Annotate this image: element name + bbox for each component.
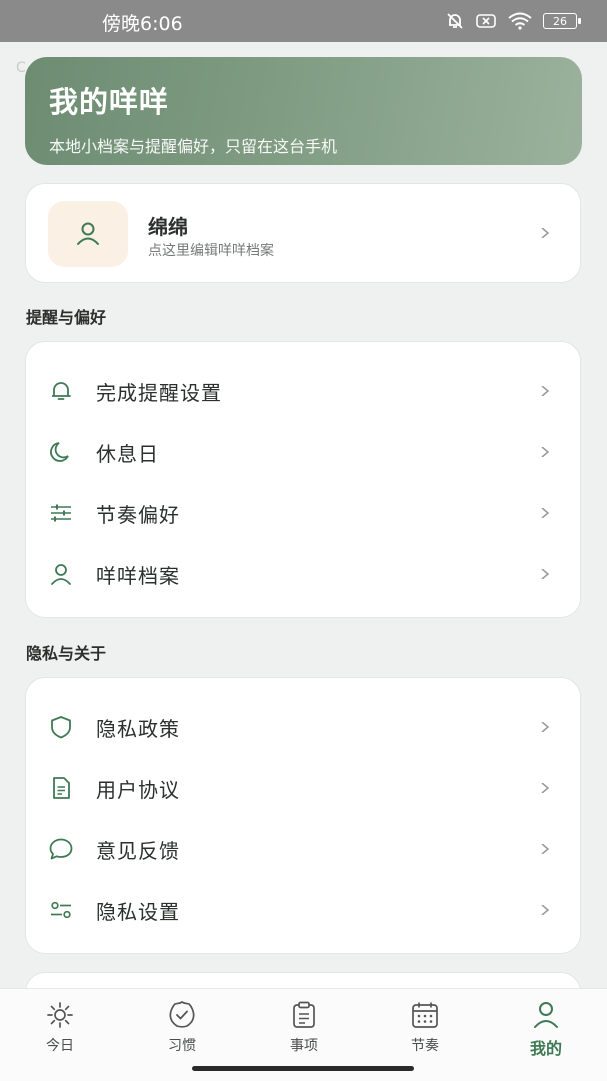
profile-card[interactable]: 绵绵 点这里编辑咩咩档案: [25, 183, 581, 283]
menu-item-rest-day[interactable]: 休息日: [26, 421, 580, 482]
menu-item-label: 完成提醒设置: [96, 381, 222, 405]
user-icon: [534, 1002, 558, 1028]
section-title-privacy: 隐私与关于: [26, 644, 107, 663]
chat-bubble-icon: [49, 838, 73, 860]
chevron-right-icon: [541, 228, 550, 238]
menu-item-label: 咩咩档案: [96, 564, 180, 588]
avatar: [48, 201, 128, 267]
status-icons: 26: [445, 11, 581, 31]
chevron-right-icon: [541, 569, 550, 579]
privacy-list: 隐私政策 用户协议 意见反馈 隐私设置: [25, 677, 581, 954]
sun-icon: [47, 1002, 73, 1028]
sliders-icon: [51, 504, 71, 522]
chevron-right-icon: [541, 844, 550, 854]
page-title: 我的咩咩: [49, 85, 170, 119]
menu-item-label: 休息日: [96, 442, 159, 466]
wifi-icon: [508, 12, 532, 30]
user-icon: [77, 222, 99, 245]
tab-label: 今日: [46, 1038, 74, 1054]
header-banner: 我的咩咩 本地小档案与提醒偏好，只留在这台手机: [25, 57, 582, 165]
chevron-right-icon: [541, 508, 550, 518]
chevron-right-icon: [541, 447, 550, 457]
page-subtitle: 本地小档案与提醒偏好，只留在这台手机: [49, 137, 338, 156]
user-icon: [51, 564, 71, 585]
tab-today[interactable]: 今日: [20, 999, 100, 1055]
calendar-icon: [412, 1002, 438, 1028]
bell-icon: [52, 382, 71, 400]
toggle-settings-icon: [51, 901, 71, 919]
menu-item-feedback[interactable]: 意见反馈: [26, 818, 580, 879]
menu-item-label: 隐私设置: [96, 900, 180, 924]
menu-item-label: 用户协议: [96, 778, 180, 802]
menu-item-privacy-policy[interactable]: 隐私政策: [26, 696, 580, 757]
sim-off-icon: [476, 14, 496, 28]
tab-label: 我的: [529, 1039, 562, 1058]
chevron-right-icon: [541, 783, 550, 793]
document-icon: [53, 777, 70, 799]
menu-item-privacy-settings[interactable]: 隐私设置: [26, 879, 580, 940]
section-title-reminders: 提醒与偏好: [26, 308, 107, 327]
profile-name: 绵绵: [148, 215, 188, 239]
tab-label: 习惯: [168, 1038, 196, 1054]
menu-item-profile[interactable]: 咩咩档案: [26, 543, 580, 604]
menu-item-reminder-settings[interactable]: 完成提醒设置: [26, 360, 580, 421]
tab-label: 事项: [290, 1038, 318, 1054]
tab-label: 节奏: [411, 1038, 439, 1054]
moon-icon: [50, 442, 69, 462]
tab-tasks[interactable]: 事项: [264, 999, 344, 1055]
menu-item-rhythm-preference[interactable]: 节奏偏好: [26, 482, 580, 543]
menu-item-label: 节奏偏好: [96, 503, 180, 527]
check-badge-icon: [169, 1000, 195, 1028]
profile-hint: 点这里编辑咩咩档案: [148, 243, 274, 259]
tab-habits[interactable]: 习惯: [142, 999, 222, 1055]
stray-character: C: [16, 60, 26, 76]
reminders-list: 完成提醒设置 休息日 节奏偏好 咩咩档案: [25, 341, 581, 618]
chevron-right-icon: [541, 722, 550, 732]
status-time: 傍晚6:06: [102, 13, 183, 35]
clipboard-icon: [293, 1001, 315, 1028]
chevron-right-icon: [541, 905, 550, 915]
battery-icon: 26: [543, 13, 581, 29]
menu-item-user-agreement[interactable]: 用户协议: [26, 757, 580, 818]
status-bar: 傍晚6:06 26: [0, 0, 607, 42]
menu-item-label: 隐私政策: [96, 717, 180, 741]
mute-bell-icon: [447, 13, 463, 29]
tab-rhythm[interactable]: 节奏: [385, 999, 465, 1055]
menu-item-label: 意见反馈: [96, 839, 180, 863]
shield-icon: [51, 716, 71, 739]
tab-me[interactable]: 我的: [506, 999, 586, 1059]
chevron-right-icon: [541, 386, 550, 396]
home-indicator[interactable]: [192, 1066, 414, 1071]
